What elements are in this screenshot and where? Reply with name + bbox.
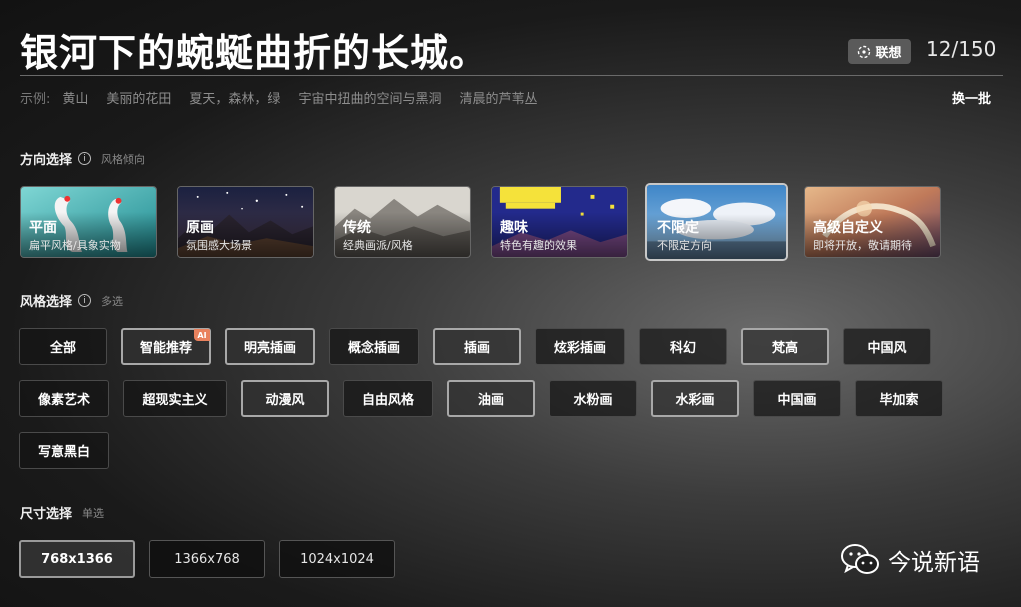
card-title: 不限定 — [657, 220, 699, 236]
direction-card-advanced[interactable]: 高级自定义 即将开放，敬请期待 — [804, 186, 941, 258]
style-chip-free[interactable]: 自由风格 — [343, 380, 433, 417]
chip-label: 中国风 — [867, 341, 907, 356]
info-icon[interactable]: i — [78, 294, 92, 307]
style-header: 风格选择 i 多选 — [20, 291, 123, 310]
style-chip-all[interactable]: 全部 — [19, 328, 107, 365]
style-chip-scifi[interactable]: 科幻 — [639, 328, 727, 365]
chip-label: 超现实主义 — [142, 393, 208, 408]
size-label: 1024x1024 — [300, 551, 374, 567]
chip-label: 油画 — [477, 393, 504, 408]
style-chip-anime[interactable]: 动漫风 — [241, 380, 329, 417]
style-chip-vangogh[interactable]: 梵高 — [741, 328, 829, 365]
style-chip-colorful[interactable]: 炫彩插画 — [535, 328, 625, 365]
card-title: 高级自定义 — [813, 220, 883, 236]
ai-painting-page: 银河下的蜿蜒曲折的长城。 联想 12/150 示例: 黄山 美丽的花田 夏天，森… — [0, 0, 1021, 607]
chip-label: 写意黑白 — [37, 445, 90, 460]
card-title: 趣味 — [500, 220, 528, 236]
card-title: 原画 — [186, 220, 214, 236]
card-subtitle: 特色有趣的效果 — [500, 239, 577, 252]
watermark: 今说新语 — [840, 543, 980, 577]
chip-label: 中国画 — [777, 393, 817, 408]
style-chip-oil[interactable]: 油画 — [447, 380, 535, 417]
chip-label: 水粉画 — [573, 393, 613, 408]
style-hint: 多选 — [101, 294, 124, 308]
chip-label: 梵高 — [771, 341, 798, 356]
chip-label: 插画 — [463, 341, 490, 356]
chip-label: 概念插画 — [347, 341, 400, 356]
char-count: 12/150 — [926, 37, 997, 61]
card-subtitle: 氛围感大场景 — [186, 239, 252, 252]
style-chip-concept[interactable]: 概念插画 — [329, 328, 419, 365]
style-chip-chinese-style[interactable]: 中国风 — [843, 328, 931, 365]
style-chip-bright[interactable]: 明亮插画 — [225, 328, 315, 365]
chip-label: 智能推荐 — [139, 341, 192, 356]
card-title: 传统 — [343, 220, 371, 236]
example-item[interactable]: 美丽的花田 — [106, 88, 171, 107]
chip-label: 明亮插画 — [243, 341, 296, 356]
direction-card-concept[interactable]: 原画 氛围感大场景 — [177, 186, 314, 258]
example-item[interactable]: 清晨的芦苇丛 — [459, 88, 537, 107]
chip-label: 动漫风 — [265, 393, 305, 408]
size-option-1024x1024[interactable]: 1024x1024 — [279, 540, 395, 578]
chip-label: 毕加索 — [879, 393, 919, 408]
assoc-icon — [858, 45, 871, 58]
card-title: 平面 — [29, 220, 57, 236]
size-header: 尺寸选择 单选 — [20, 503, 105, 523]
assoc-button[interactable]: 联想 — [848, 39, 911, 64]
style-chip-watercolor[interactable]: 水彩画 — [651, 380, 739, 417]
direction-title: 方向选择 — [20, 153, 73, 168]
direction-card-unlimited[interactable]: 不限定 不限定方向 — [645, 183, 788, 261]
direction-card-traditional[interactable]: 传统 经典画派/风格 — [334, 186, 471, 258]
direction-card-fun[interactable]: 趣味 特色有趣的效果 — [491, 186, 628, 258]
style-chip-smart[interactable]: 智能推荐 AI — [121, 328, 211, 365]
card-subtitle: 不限定方向 — [657, 239, 712, 252]
assoc-label: 联想 — [875, 46, 902, 61]
card-subtitle: 扁平风格/具象实物 — [29, 239, 121, 252]
prompt-divider — [20, 75, 1003, 76]
style-chip-illustration[interactable]: 插画 — [433, 328, 521, 365]
style-chip-picasso[interactable]: 毕加索 — [855, 380, 943, 417]
chip-label: 水彩画 — [675, 393, 715, 408]
style-chip-pixel[interactable]: 像素艺术 — [19, 380, 109, 417]
examples-row: 示例: 黄山 美丽的花田 夏天，森林，绿 宇宙中扭曲的空间与黑洞 清晨的芦苇丛 — [20, 88, 537, 107]
direction-hint: 风格倾向 — [101, 152, 146, 166]
style-chip-gouache[interactable]: 水粉画 — [549, 380, 637, 417]
direction-card-flat[interactable]: 平面 扁平风格/具象实物 — [20, 186, 157, 258]
size-option-768x1366[interactable]: 768x1366 — [19, 540, 135, 578]
size-label: 1366x768 — [174, 551, 240, 567]
chip-label: 炫彩插画 — [553, 341, 606, 356]
prompt-text[interactable]: 银河下的蜿蜒曲折的长城。 — [20, 22, 488, 77]
style-chip-chinese-painting[interactable]: 中国画 — [753, 380, 841, 417]
size-title: 尺寸选择 — [20, 507, 73, 522]
chip-label: 自由风格 — [361, 393, 414, 408]
ai-badge: AI — [194, 329, 210, 341]
style-chip-surreal[interactable]: 超现实主义 — [123, 380, 227, 417]
chip-label: 科幻 — [669, 341, 696, 356]
wechat-icon — [841, 544, 879, 574]
example-item[interactable]: 黄山 — [62, 88, 88, 107]
style-chip-ink-bw[interactable]: 写意黑白 — [19, 432, 109, 469]
example-item[interactable]: 夏天，森林，绿 — [189, 88, 280, 107]
info-icon[interactable]: i — [78, 152, 92, 165]
size-hint: 单选 — [82, 506, 105, 520]
chip-label: 像素艺术 — [37, 393, 90, 408]
card-subtitle: 经典画派/风格 — [343, 239, 413, 252]
example-item[interactable]: 宇宙中扭曲的空间与黑洞 — [298, 88, 441, 107]
examples-label: 示例: — [20, 92, 51, 107]
direction-header: 方向选择 i 风格倾向 — [20, 149, 145, 168]
style-title: 风格选择 — [20, 295, 73, 310]
size-label: 768x1366 — [41, 551, 113, 567]
refresh-examples-button[interactable]: 换一批 — [952, 88, 991, 107]
chip-label: 全部 — [49, 341, 76, 356]
card-subtitle: 即将开放，敬请期待 — [813, 239, 912, 252]
size-option-1366x768[interactable]: 1366x768 — [149, 540, 265, 578]
watermark-text: 今说新语 — [888, 550, 980, 576]
